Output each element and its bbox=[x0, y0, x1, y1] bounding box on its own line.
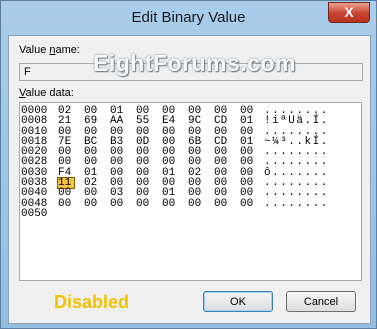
value-data-label: Value data: bbox=[19, 87, 74, 99]
hex-row: 0048 00 00 00 00 00 00 00 00........ bbox=[20, 198, 327, 209]
hex-address: 0050 bbox=[21, 207, 48, 220]
edit-binary-value-dialog: Edit Binary Value X Value name: F EightF… bbox=[0, 0, 377, 329]
hex-byte[interactable]: 00 bbox=[58, 198, 74, 209]
hex-byte[interactable]: 00 bbox=[188, 198, 204, 209]
dialog-body: Value name: F EightForums.com Value data… bbox=[8, 35, 371, 324]
hex-byte[interactable]: 00 bbox=[240, 198, 256, 209]
dialog-title: Edit Binary Value bbox=[131, 9, 246, 26]
hex-byte[interactable]: 00 bbox=[84, 198, 100, 209]
hex-byte[interactable]: 00 bbox=[110, 198, 126, 209]
value-name-label: Value name: bbox=[19, 44, 80, 56]
hex-ascii: ........ bbox=[264, 197, 329, 210]
cancel-button[interactable]: Cancel bbox=[286, 291, 356, 312]
close-button[interactable]: X bbox=[328, 2, 370, 23]
value-data-editor[interactable]: 0000 02 00 01 00 00 00 00 00........ 0008 21 69 AA 55… bbox=[19, 102, 362, 281]
watermark: EightForums.com bbox=[93, 50, 297, 76]
ok-button[interactable]: OK bbox=[203, 291, 273, 312]
hex-byte[interactable]: 00 bbox=[214, 198, 230, 209]
hex-row: 0050 bbox=[20, 207, 320, 220]
hex-byte[interactable]: 00 bbox=[162, 198, 178, 209]
hex-grid: 0000 02 00 01 00 00 00 00 00........ 0008 21 69 AA 55… bbox=[20, 105, 327, 220]
hex-byte[interactable]: 00 bbox=[136, 198, 152, 209]
disabled-label: Disabled bbox=[54, 292, 130, 312]
